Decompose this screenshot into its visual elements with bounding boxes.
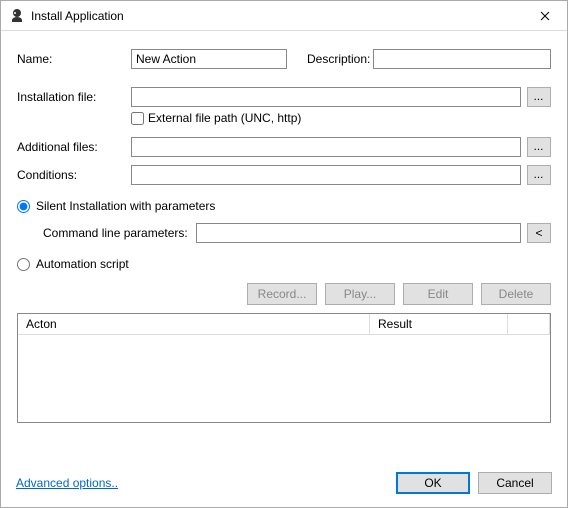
command-line-input[interactable]	[196, 223, 521, 243]
automation-label: Automation script	[36, 257, 129, 271]
app-icon	[9, 8, 25, 24]
title-bar: Install Application	[1, 1, 567, 31]
column-spacer	[508, 314, 550, 335]
additional-files-input[interactable]	[131, 137, 521, 157]
close-button[interactable]	[522, 1, 567, 30]
window-title: Install Application	[31, 9, 522, 23]
edit-button[interactable]: Edit	[403, 283, 473, 305]
command-line-label: Command line parameters:	[43, 226, 188, 240]
installation-file-input[interactable]	[131, 87, 521, 107]
dialog-footer: Advanced options.. OK Cancel	[0, 462, 568, 508]
conditions-input[interactable]	[131, 165, 521, 185]
additional-files-browse-button[interactable]: ...	[527, 137, 551, 157]
external-file-label: External file path (UNC, http)	[148, 111, 301, 125]
description-label: Description:	[307, 52, 373, 66]
name-label: Name:	[17, 52, 131, 66]
ok-button[interactable]: OK	[396, 472, 470, 494]
column-result[interactable]: Result	[370, 314, 508, 335]
name-input[interactable]	[131, 49, 287, 69]
automation-radio[interactable]	[17, 258, 30, 271]
conditions-browse-button[interactable]: ...	[527, 165, 551, 185]
silent-label: Silent Installation with parameters	[36, 199, 215, 213]
table-header: Acton Result	[18, 314, 550, 335]
cancel-button[interactable]: Cancel	[478, 472, 552, 494]
installation-file-browse-button[interactable]: ...	[527, 87, 551, 107]
column-action[interactable]: Acton	[18, 314, 370, 335]
conditions-label: Conditions:	[17, 168, 131, 182]
installation-file-label: Installation file:	[17, 90, 131, 104]
dialog-content: Name: Description: Installation file: ..…	[1, 31, 567, 423]
advanced-options-link[interactable]: Advanced options..	[16, 476, 118, 490]
delete-button[interactable]: Delete	[481, 283, 551, 305]
play-button[interactable]: Play...	[325, 283, 395, 305]
command-line-helper-button[interactable]: <	[527, 223, 551, 243]
external-file-checkbox[interactable]	[131, 112, 144, 125]
additional-files-label: Additional files:	[17, 140, 131, 154]
description-input[interactable]	[373, 49, 551, 69]
record-button[interactable]: Record...	[247, 283, 317, 305]
actions-table: Acton Result	[17, 313, 551, 423]
silent-radio[interactable]	[17, 200, 30, 213]
